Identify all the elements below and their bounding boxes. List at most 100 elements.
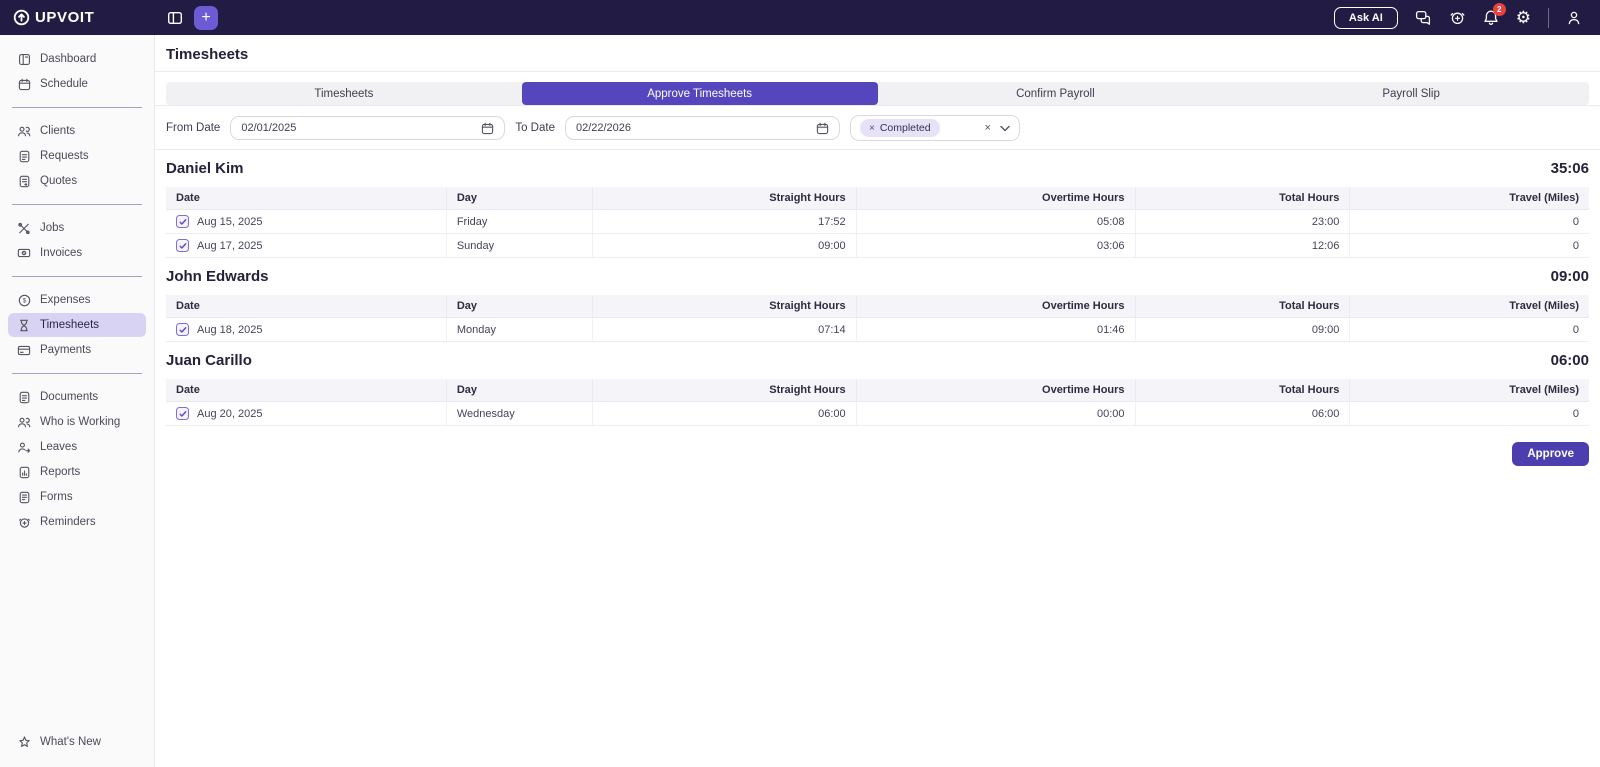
sidebar-item-dashboard[interactable]: Dashboard (8, 47, 146, 71)
sidebar-item-label: Reminders (40, 516, 96, 528)
row-checkbox[interactable] (176, 323, 189, 336)
topbar-divider (1548, 7, 1549, 28)
sidebar-item-reports[interactable]: Reports (8, 460, 146, 484)
svg-text:$: $ (22, 297, 26, 304)
row-day: Wednesday (446, 401, 594, 426)
column-header: Date (166, 295, 447, 318)
row-date: Aug 20, 2025 (197, 407, 263, 420)
notifications-bell-icon[interactable]: 2 (1483, 3, 1506, 26)
chat-icon[interactable] (1415, 9, 1432, 26)
tab-bar: Timesheets Approve Timesheets Confirm Pa… (166, 82, 1589, 105)
approve-button[interactable]: Approve (1512, 442, 1589, 466)
upvoit-logo-icon (13, 9, 30, 26)
row-total-hours: 06:00 (1135, 401, 1351, 426)
tab-approve-timesheets[interactable]: Approve Timesheets (521, 82, 878, 105)
row-checkbox[interactable] (176, 407, 189, 420)
sidebar-item-leaves[interactable]: Leaves (8, 435, 146, 459)
sidebar: Dashboard Schedule Clients Requests Quotes Jo… (0, 35, 155, 767)
row-date: Aug 18, 2025 (197, 323, 263, 336)
from-date-input[interactable]: 02/01/2025 (230, 116, 506, 140)
sidebar-item-reminders[interactable]: Reminders (8, 510, 146, 534)
table-header-row: Date Day Straight Hours Overtime Hours Total… (166, 379, 1589, 402)
row-travel-miles: 0 (1349, 317, 1589, 342)
sidebar-item-jobs[interactable]: Jobs (8, 216, 146, 240)
tab-confirm-payroll[interactable]: Confirm Payroll (878, 82, 1234, 105)
employee-total-hours: 06:00 (1550, 352, 1589, 369)
gear-icon[interactable]: ⚙ (1516, 9, 1531, 26)
calendar-icon[interactable] (481, 122, 494, 135)
sidebar-item-expenses[interactable]: $ Expenses (8, 288, 146, 312)
from-date-label: From Date (166, 122, 221, 134)
filter-bar: From Date 02/01/2025 To Date 02/22/2026 … (166, 115, 1589, 141)
tab-timesheets[interactable]: Timesheets (166, 82, 522, 105)
sidebar-item-payments[interactable]: Payments (8, 338, 146, 362)
row-day: Sunday (446, 233, 594, 258)
ask-ai-button[interactable]: Ask AI (1333, 6, 1398, 29)
column-header: Overtime Hours (856, 187, 1136, 210)
timesheet-row: Aug 15, 2025 Friday 17:52 05:08 23:00 0 (166, 209, 1589, 234)
user-icon[interactable] (1566, 10, 1582, 26)
sidebar-item-whats-new[interactable]: What's New (8, 730, 146, 754)
row-straight-hours: 17:52 (592, 209, 857, 234)
timesheet-table: Date Day Straight Hours Overtime Hours Total… (166, 187, 1589, 258)
sidebar-divider (12, 107, 142, 108)
sidebar-item-documents[interactable]: Documents (8, 385, 146, 409)
sidebar-item-label: Leaves (40, 441, 78, 453)
requests-icon (17, 149, 31, 163)
sidebar-item-label: Who is Working (40, 416, 121, 428)
column-header: Day (446, 295, 594, 318)
status-chip: × Completed (859, 119, 940, 137)
employee-name: Juan Carillo (166, 352, 252, 369)
reports-icon (17, 465, 31, 479)
column-header: Overtime Hours (856, 295, 1136, 318)
sidebar-item-who-is-working[interactable]: Who is Working (8, 410, 146, 434)
sidebar-item-label: Jobs (40, 222, 65, 234)
employee-total-hours: 09:00 (1550, 268, 1589, 285)
sidebar-item-timesheets[interactable]: Timesheets (8, 313, 146, 337)
sidebar-item-invoices[interactable]: $ Invoices (8, 241, 146, 265)
employee-section: John Edwards 09:00 Date Day Straight Hours… (166, 268, 1589, 342)
column-header: Travel (Miles) (1349, 187, 1589, 210)
status-filter-select[interactable]: × Completed × (849, 115, 1020, 141)
sidebar-item-quotes[interactable]: Quotes (8, 169, 146, 193)
dashboard-icon (17, 52, 31, 66)
chevron-down-icon[interactable] (1000, 125, 1010, 132)
sidebar-item-clients[interactable]: Clients (8, 119, 146, 143)
row-checkbox[interactable] (176, 239, 189, 252)
employee-name: John Edwards (166, 268, 269, 285)
sidebar-item-forms[interactable]: Forms (8, 485, 146, 509)
panel-toggle-icon[interactable] (167, 10, 183, 26)
quotes-icon (17, 174, 31, 188)
table-header-row: Date Day Straight Hours Overtime Hours Total… (166, 295, 1589, 318)
topbar: UPVOIT + Ask AI 2 ⚙ (0, 0, 1600, 35)
to-date-input[interactable]: 02/22/2026 (564, 116, 840, 140)
whats-new-icon (17, 735, 31, 749)
clear-icon[interactable]: × (985, 122, 991, 134)
tab-payroll-slip[interactable]: Payroll Slip (1233, 82, 1589, 105)
column-header: Date (166, 379, 447, 402)
sidebar-item-label: Quotes (40, 175, 78, 187)
documents-icon (17, 390, 31, 404)
row-overtime-hours: 00:00 (856, 401, 1136, 426)
chip-remove-icon[interactable]: × (869, 123, 875, 134)
sidebar-item-label: Timesheets (40, 319, 100, 331)
notification-badge: 2 (1492, 3, 1506, 16)
alarm-icon[interactable] (1449, 9, 1466, 26)
sidebar-item-schedule[interactable]: Schedule (8, 72, 146, 96)
row-checkbox[interactable] (176, 215, 189, 228)
row-straight-hours: 06:00 (592, 401, 857, 426)
column-header: Travel (Miles) (1349, 379, 1589, 402)
forms-icon (17, 490, 31, 504)
sidebar-item-label: Invoices (40, 247, 83, 259)
column-header: Date (166, 187, 447, 210)
calendar-icon[interactable] (816, 122, 829, 135)
schedule-icon (17, 77, 31, 91)
sidebar-divider (12, 373, 142, 374)
column-header: Day (446, 187, 594, 210)
add-new-button[interactable]: + (194, 5, 218, 30)
row-total-hours: 23:00 (1135, 209, 1351, 234)
sidebar-item-requests[interactable]: Requests (8, 144, 146, 168)
sidebar-item-label: Requests (40, 150, 89, 162)
sidebar-item-label: Forms (40, 491, 73, 503)
column-header: Straight Hours (592, 379, 857, 402)
